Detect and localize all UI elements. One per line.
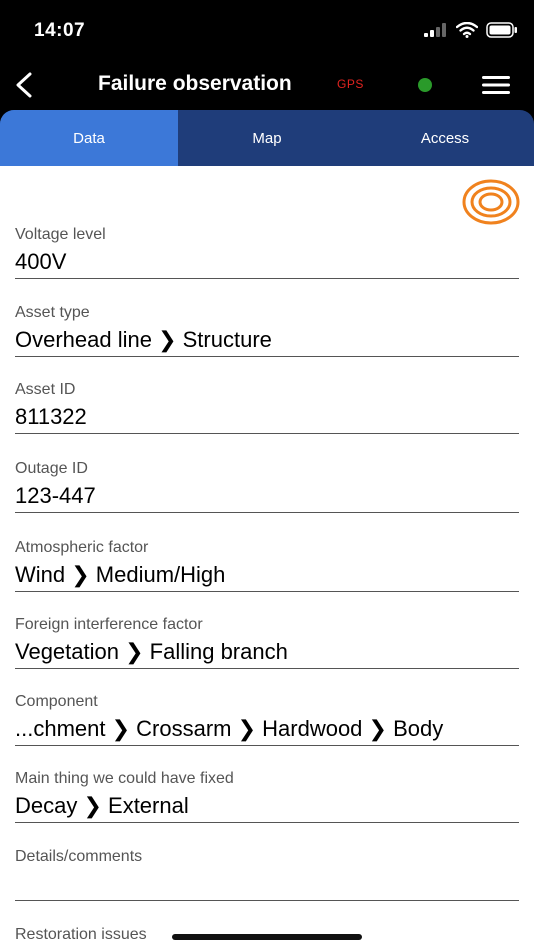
status-bar: 14:07 xyxy=(0,0,534,62)
asset-id-field[interactable]: Asset ID 811322 xyxy=(15,379,519,434)
back-arrow-icon[interactable] xyxy=(10,70,40,100)
component-field[interactable]: Component ...chment ❯ Crossarm ❯ Hardwoo… xyxy=(15,691,519,746)
field-value: Vegetation ❯ Falling branch xyxy=(15,639,288,664)
wifi-icon xyxy=(456,22,478,38)
main-thing-field[interactable]: Main thing we could have fixed Decay ❯ E… xyxy=(15,768,519,823)
tab-map[interactable]: Map xyxy=(178,110,356,166)
field-value: 811322 xyxy=(15,404,87,429)
field-value: 123-447 xyxy=(15,483,96,508)
field-label: Component xyxy=(15,693,98,710)
cellular-signal-icon xyxy=(424,23,446,37)
target-icon[interactable] xyxy=(461,178,521,226)
tab-access[interactable]: Access xyxy=(356,110,534,166)
gps-status-dot xyxy=(418,78,432,92)
status-time: 14:07 xyxy=(34,20,86,41)
asset-type-field[interactable]: Asset type Overhead line ❯ Structure xyxy=(15,302,519,357)
field-value[interactable] xyxy=(15,868,519,900)
voltage-level-field[interactable]: Voltage level 400V xyxy=(15,224,519,279)
field-value: Overhead line ❯ Structure xyxy=(15,327,272,352)
field-label: Atmospheric factor xyxy=(15,539,149,556)
foreign-interference-field[interactable]: Foreign interference factor Vegetation ❯… xyxy=(15,614,519,669)
page-title: Failure observation xyxy=(98,72,292,95)
field-value: Decay ❯ External xyxy=(15,793,189,818)
field-label: Voltage level xyxy=(15,226,106,243)
field-value: 400V xyxy=(15,249,67,274)
tab-bar: Data Map Access xyxy=(0,110,534,166)
field-label: Asset ID xyxy=(15,381,76,398)
outage-id-field[interactable]: Outage ID 123-447 xyxy=(15,458,519,513)
form-content: Voltage level 400V Asset type Overhead l… xyxy=(0,166,534,950)
field-label: Foreign interference factor xyxy=(15,616,203,633)
atmospheric-factor-field[interactable]: Atmospheric factor Wind ❯ Medium/High xyxy=(15,537,519,592)
gps-label: GPS xyxy=(337,77,364,91)
field-label: Main thing we could have fixed xyxy=(15,770,234,787)
field-label: Details/comments xyxy=(15,848,143,865)
field-label: Outage ID xyxy=(15,460,88,477)
field-value: ...chment ❯ Crossarm ❯ Hardwood ❯ Body xyxy=(15,716,444,741)
battery-icon xyxy=(486,22,517,38)
field-value: Wind ❯ Medium/High xyxy=(15,562,226,587)
hamburger-menu-icon[interactable] xyxy=(482,73,510,97)
field-label: Asset type xyxy=(15,304,90,321)
tab-data[interactable]: Data xyxy=(0,110,178,166)
home-indicator[interactable] xyxy=(172,934,362,940)
nav-bar: Failure observation GPS xyxy=(0,62,534,110)
details-comments-field[interactable]: Details/comments xyxy=(15,846,519,901)
tab-bar-wrapper: Data Map Access xyxy=(0,110,534,166)
status-icons xyxy=(424,22,518,38)
